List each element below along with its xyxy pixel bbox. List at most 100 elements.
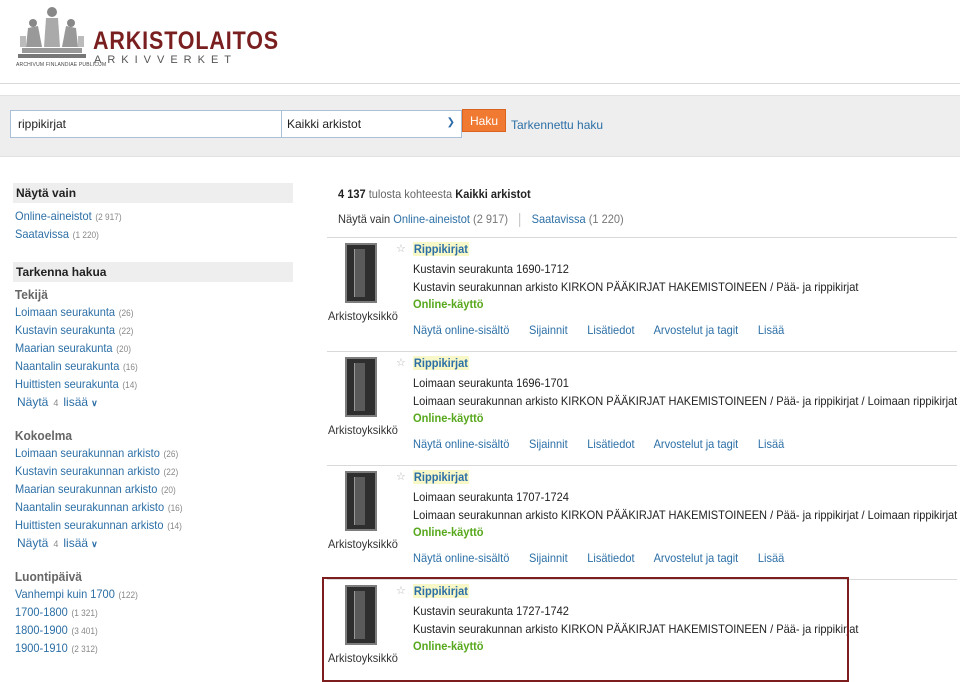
reviews-tags-link[interactable]: Arvostelut ja tagit	[654, 323, 739, 337]
facet-count: (2 917)	[95, 212, 122, 222]
facet-item[interactable]: Huittisten seurakunta (14)	[15, 375, 271, 393]
result-title[interactable]: Rippikirjat	[413, 470, 469, 484]
show-more-link[interactable]: lisää	[63, 395, 88, 409]
show-more-label: Näytä	[17, 395, 49, 409]
facet-item[interactable]: Maarian seurakunta (20)	[15, 339, 271, 357]
facet-count: (14)	[167, 521, 182, 531]
facet-label: Online-aineistot	[15, 209, 92, 223]
logo-caption: ARCHIVUM FINLANDIAE PUBLICUM	[16, 62, 107, 68]
more-link[interactable]: Lisää	[758, 551, 784, 565]
more-link[interactable]: Lisää	[758, 437, 784, 451]
result-item: Arkistoyksikkö ☆ Rippikirjat Loimaan seu…	[327, 465, 957, 579]
quick-filter-count: (1 220)	[588, 212, 624, 226]
result-title[interactable]: Rippikirjat	[413, 242, 469, 256]
facet-count: (26)	[118, 308, 134, 318]
search-input[interactable]: rippikirjat	[10, 110, 282, 138]
details-link[interactable]: Lisätiedot	[587, 323, 634, 337]
facet-item[interactable]: Loimaan seurakunta (26)	[15, 303, 271, 321]
advanced-search-link[interactable]: Tarkennettu haku	[511, 118, 603, 132]
facet-available[interactable]: Saatavissa (1 220)	[15, 225, 271, 243]
show-more-creators[interactable]: Näytä 4 lisää ∨	[15, 393, 293, 411]
show-more-count: 4	[53, 539, 59, 549]
locations-link[interactable]: Sijainnit	[529, 323, 568, 337]
result-creator-date: Loimaan seurakunta 1696-1701	[413, 376, 569, 390]
archive-scope-select[interactable]: Kaikki arkistot ❯	[282, 110, 462, 138]
facet-item[interactable]: Naantalin seurakunta (16)	[15, 357, 271, 375]
details-link[interactable]: Lisätiedot	[587, 551, 634, 565]
result-actions: Näytä online-sisältö Sijainnit Lisätiedo…	[413, 551, 801, 565]
facet-count: (2 312)	[71, 644, 98, 654]
logo-title[interactable]: ARKISTOLAITOS	[93, 27, 279, 56]
online-access-badge: Online-käyttö	[413, 525, 484, 539]
facet-label: Naantalin seurakunta	[15, 359, 120, 373]
facet-count: (3 401)	[71, 626, 98, 636]
facet-item[interactable]: 1700-1800 (1 321)	[15, 603, 271, 621]
creation-date-list: Vanhempi kuin 1700 (122) 1700-1800 (1 321)…	[13, 585, 293, 657]
reviews-tags-link[interactable]: Arvostelut ja tagit	[654, 551, 739, 565]
facet-label: Maarian seurakunnan arkisto	[15, 482, 158, 496]
result-thumbnail[interactable]	[345, 357, 377, 417]
facet-item[interactable]: Kustavin seurakunnan arkisto (22)	[15, 462, 271, 480]
star-icon[interactable]: ☆	[396, 470, 406, 483]
facet-count: (22)	[163, 467, 179, 477]
show-more-count: 4	[53, 398, 59, 408]
quick-filter-count: (2 917)	[473, 212, 509, 226]
result-item: Arkistoyksikkö ☆ Rippikirjat Loimaan seu…	[327, 351, 957, 465]
chevron-down-icon: ∨	[91, 398, 98, 408]
archive-emblem-icon[interactable]	[16, 4, 88, 68]
divider	[519, 212, 521, 227]
result-type: Arkistoyksikkö	[328, 423, 398, 437]
facet-count: (16)	[167, 503, 183, 513]
result-thumbnail[interactable]	[345, 471, 377, 531]
facet-label: Naantalin seurakunnan arkisto	[15, 500, 165, 514]
facet-label: Kustavin seurakunta	[15, 323, 116, 337]
result-creator-date: Kustavin seurakunta 1690-1712	[413, 262, 569, 276]
archive-scope-value: Kaikki arkistot	[287, 117, 362, 131]
result-type: Arkistoyksikkö	[328, 537, 398, 551]
facet-item[interactable]: Vanhempi kuin 1700 (122)	[15, 585, 271, 603]
facet-label: Maarian seurakunta	[15, 341, 113, 355]
view-online-content-link[interactable]: Näytä online-sisältö	[413, 551, 509, 565]
facet-count: (16)	[123, 362, 138, 372]
online-access-badge: Online-käyttö	[413, 297, 484, 311]
facet-label: 1800-1900	[15, 623, 68, 637]
facet-item[interactable]: Loimaan seurakunnan arkisto (26)	[15, 444, 271, 462]
view-online-content-link[interactable]: Näytä online-sisältö	[413, 323, 509, 337]
locations-link[interactable]: Sijainnit	[529, 551, 568, 565]
facet-label: Loimaan seurakunta	[15, 305, 116, 319]
facet-label: Huittisten seurakunta	[15, 377, 119, 391]
result-type: Arkistoyksikkö	[328, 309, 398, 323]
facet-item[interactable]: 1800-1900 (3 401)	[15, 621, 271, 639]
more-link[interactable]: Lisää	[758, 323, 784, 337]
result-title[interactable]: Rippikirjat	[413, 356, 469, 370]
quick-filter-online[interactable]: Online-aineistot	[393, 212, 470, 226]
result-thumbnail[interactable]	[345, 243, 377, 303]
reviews-tags-link[interactable]: Arvostelut ja tagit	[654, 437, 739, 451]
facet-sidebar: Näytä vain Online-aineistot (2 917) Saata…	[13, 183, 293, 668]
search-button[interactable]: Haku	[462, 109, 506, 132]
star-icon[interactable]: ☆	[396, 242, 406, 255]
facet-online-materials[interactable]: Online-aineistot (2 917)	[15, 207, 271, 225]
facet-group-creation-date: Luontipäivä	[14, 569, 82, 584]
facet-item[interactable]: Maarian seurakunnan arkisto (20)	[15, 480, 271, 498]
facet-item[interactable]: Naantalin seurakunnan arkisto (16)	[15, 498, 271, 516]
chevron-down-icon: ∨	[91, 539, 98, 549]
locations-link[interactable]: Sijainnit	[529, 437, 568, 451]
show-more-collections[interactable]: Näytä 4 lisää ∨	[15, 534, 293, 552]
site-header: ARCHIVUM FINLANDIAE PUBLICUM ARKISTOLAIT…	[0, 0, 960, 84]
facet-group-collection: Kokoelma	[14, 428, 73, 443]
online-access-badge: Online-käyttö	[413, 411, 484, 425]
facet-item[interactable]: Kustavin seurakunta (22)	[15, 321, 271, 339]
star-icon[interactable]: ☆	[396, 356, 406, 369]
result-item: Arkistoyksikkö ☆ Rippikirjat Kustavin se…	[327, 237, 957, 351]
show-more-label: Näytä	[17, 536, 49, 550]
quick-filter-row: Näytä vain Online-aineistot (2 917) Saat…	[338, 212, 624, 227]
view-online-content-link[interactable]: Näytä online-sisältö	[413, 437, 509, 451]
show-more-link[interactable]: lisää	[63, 536, 88, 550]
quick-filter-available[interactable]: Saatavissa	[532, 212, 586, 226]
facet-count: (26)	[163, 449, 179, 459]
facet-item[interactable]: Huittisten seurakunnan arkisto (14)	[15, 516, 271, 534]
facet-item[interactable]: 1900-1910 (2 312)	[15, 639, 271, 657]
details-link[interactable]: Lisätiedot	[587, 437, 634, 451]
result-creator-date: Loimaan seurakunta 1707-1724	[413, 490, 569, 504]
